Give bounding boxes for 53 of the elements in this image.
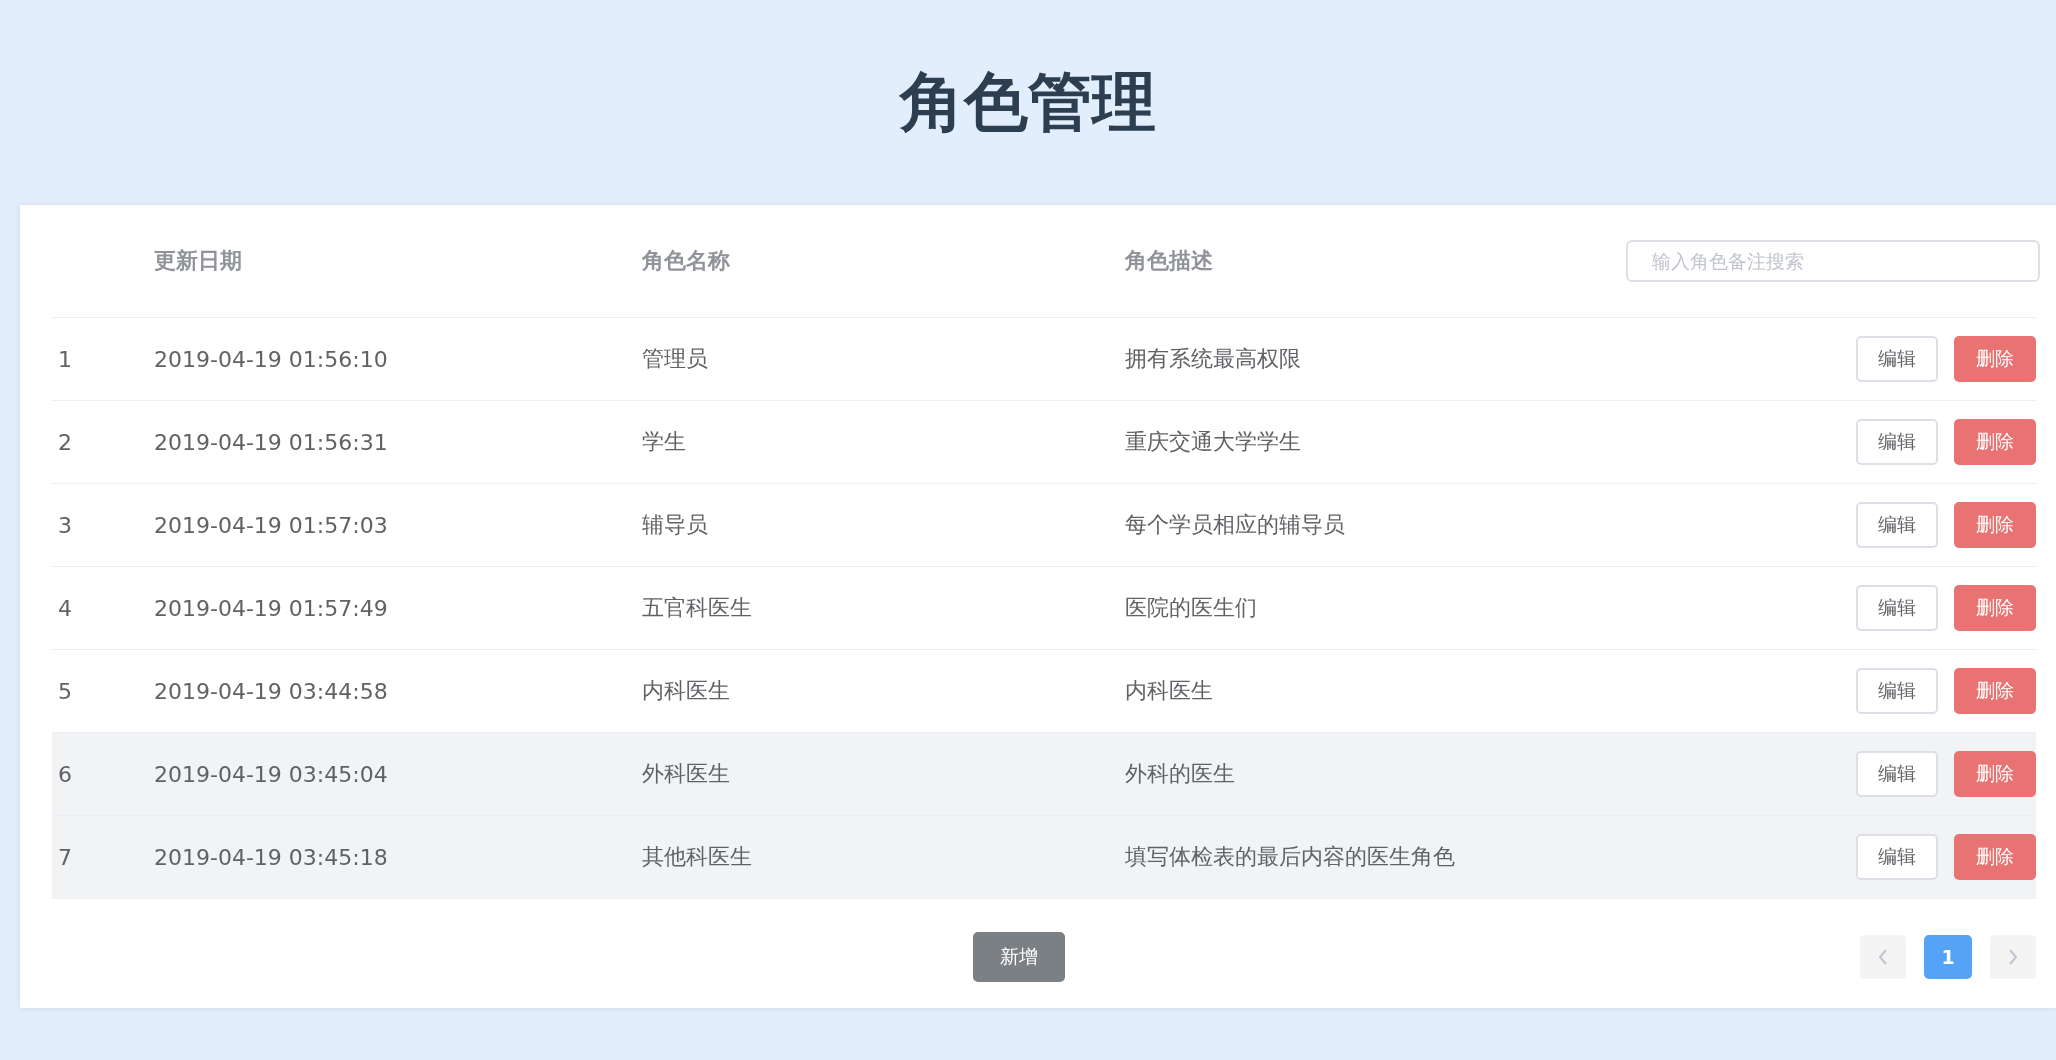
table-cell-text: 五官科医生 <box>642 594 752 622</box>
row-number: 5 <box>58 678 72 704</box>
table-cell-text: 其他科医生 <box>642 843 752 871</box>
table-cell: 2019-04-19 01:56:10 <box>154 346 388 372</box>
row-number: 1 <box>58 346 72 372</box>
table-cell: 2019-04-19 03:45:04 <box>154 761 388 787</box>
table-cell: 2019-04-19 01:57:49 <box>154 595 388 621</box>
table-cell-text: 外科医生 <box>642 760 730 788</box>
delete-button[interactable]: 删除 <box>1954 336 2036 382</box>
table-cell-text: 外科的医生 <box>1125 760 1235 788</box>
row-number: 4 <box>58 595 72 621</box>
table-cell-text: 辅导员 <box>642 511 708 539</box>
table-cell-text: 内科医生 <box>642 677 730 705</box>
chevron-left-icon <box>1878 948 1888 965</box>
delete-button[interactable]: 删除 <box>1954 834 2036 880</box>
page-title: 角色管理 <box>900 64 1156 141</box>
edit-button[interactable]: 编辑 <box>1856 336 1938 382</box>
edit-button[interactable]: 编辑 <box>1856 585 1938 631</box>
edit-button[interactable]: 编辑 <box>1856 834 1938 880</box>
table-cell: 2019-04-19 01:57:03 <box>154 512 388 538</box>
delete-button[interactable]: 删除 <box>1954 585 2036 631</box>
delete-button[interactable]: 删除 <box>1954 751 2036 797</box>
table-cell-text: 拥有系统最高权限 <box>1125 345 1301 373</box>
edit-button[interactable]: 编辑 <box>1856 751 1938 797</box>
table-cell-text: 管理员 <box>642 345 708 373</box>
table-cell-text: 学生 <box>642 428 686 456</box>
add-button[interactable]: 新增 <box>973 931 1065 982</box>
column-header: 更新日期 <box>154 247 242 275</box>
table-cell-text: 填写体检表的最后内容的医生角色 <box>1125 843 1455 871</box>
delete-button[interactable]: 删除 <box>1954 419 2036 465</box>
column-header: 角色描述 <box>1125 247 1213 275</box>
table-cell-text: 重庆交通大学学生 <box>1125 428 1301 456</box>
column-header: 角色名称 <box>642 247 730 275</box>
search-field[interactable]: 输入角色备注搜索 <box>1626 240 2040 282</box>
table-cell: 2019-04-19 03:45:18 <box>154 844 388 870</box>
edit-button[interactable]: 编辑 <box>1856 502 1938 548</box>
edit-button[interactable]: 编辑 <box>1856 668 1938 714</box>
table-cell-text: 内科医生 <box>1125 677 1213 705</box>
delete-button[interactable]: 删除 <box>1954 668 2036 714</box>
edit-button[interactable]: 编辑 <box>1856 419 1938 465</box>
delete-button[interactable]: 删除 <box>1954 502 2036 548</box>
row-number: 2 <box>58 429 72 455</box>
table-cell: 2019-04-19 01:56:31 <box>154 429 388 455</box>
previous-page-button[interactable] <box>1860 934 1906 979</box>
table-cell-text: 每个学员相应的辅导员 <box>1125 511 1345 539</box>
page-button[interactable]: 1 <box>1924 934 1972 979</box>
chevron-right-icon <box>2008 948 2018 965</box>
row-number: 3 <box>58 512 72 538</box>
table-cell: 2019-04-19 03:44:58 <box>154 678 388 704</box>
row-number: 7 <box>58 844 72 870</box>
row-number: 6 <box>58 761 72 787</box>
next-page-button[interactable] <box>1990 934 2036 979</box>
table-cell-text: 医院的医生们 <box>1125 594 1257 622</box>
